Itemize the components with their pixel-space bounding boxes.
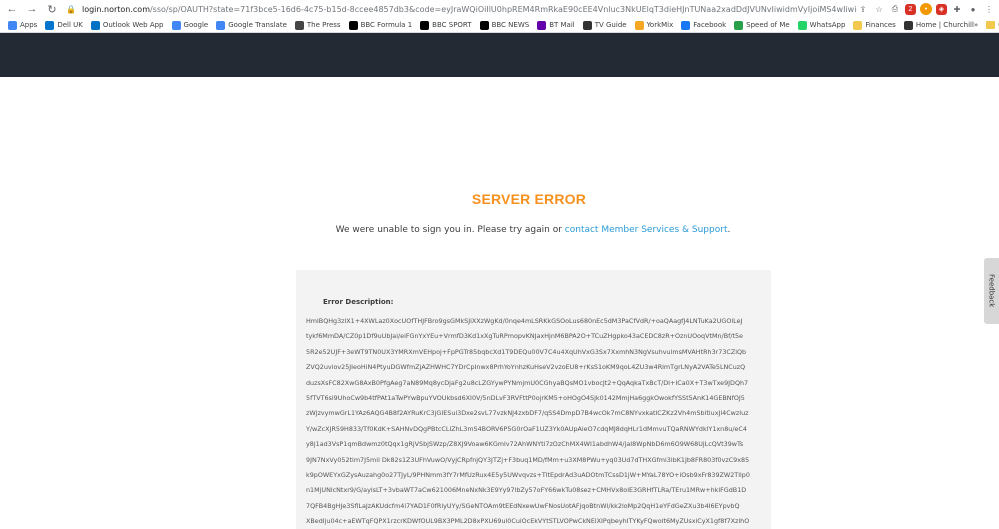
share-icon[interactable]: ⇪ xyxy=(857,3,869,15)
extension-badge[interactable]: 2 xyxy=(905,3,916,15)
bookmarks-overflow: »Other bookmarks xyxy=(974,21,999,29)
error-description-line: 9JN7NxVy052tim7J5mil Dk82s1Z3UFhVuwO/Vyj… xyxy=(306,455,750,464)
error-description-line: HmlBQHg3zlX1+4XWLaz0XocUOfTHJFBro9gsGMkS… xyxy=(306,317,743,325)
menu-icon[interactable]: ⋮ xyxy=(983,3,995,15)
bookmark-label: BBC SPORT xyxy=(432,21,472,29)
error-message-suffix: . xyxy=(727,225,731,235)
shield-icon[interactable]: ◈ xyxy=(936,3,947,15)
error-description-line: n1MjUNlcNtxr9/G/aylsLT+3vbaWT7aCw621006M… xyxy=(306,486,747,495)
error-description-line: duzsXsFC82XwG8AxB0PfgAeg7aN89Mq8ycDjaFg2… xyxy=(306,378,749,387)
bookmark-label: Dell UK xyxy=(57,21,83,29)
bookmark-item[interactable]: YorkMix xyxy=(634,20,674,30)
bookmark-favicon-icon xyxy=(634,20,644,30)
error-description-line: ZVQ2uviov25JIeoHiN4PtyuDGWfmZjAZHWHC7YDr… xyxy=(306,363,746,372)
forward-icon[interactable]: → xyxy=(24,1,40,17)
bookmark-favicon-icon xyxy=(348,20,358,30)
error-description-line: zWjzvymwGrL1YAz6AQG4B8f2AYRuKrC3jGIESul3… xyxy=(306,409,749,418)
bookmark-item[interactable]: BBC Formula 1 xyxy=(348,20,413,30)
error-description-line: 7QFB4BgHJe3SflLaJzAKUdcfm4i7YAD1F0fRlyUY… xyxy=(306,501,740,510)
bookmark-label: YorkMix xyxy=(646,21,674,29)
bookmark-favicon-icon xyxy=(537,20,547,30)
site-header xyxy=(0,33,999,77)
bookmark-item[interactable]: Home | Churchill xyxy=(903,20,974,30)
bookmark-favicon-icon xyxy=(734,20,744,30)
bookmark-favicon-icon xyxy=(797,20,807,30)
lock-icon[interactable]: 🔒 xyxy=(66,5,76,14)
page-title: SERVER ERROR xyxy=(471,191,587,207)
bookmark-favicon-icon xyxy=(294,20,304,30)
bookmark-label: BBC NEWS xyxy=(491,21,530,29)
bookmark-label: Home | Churchill xyxy=(915,21,974,29)
bookmark-label: Outlook Web App xyxy=(102,21,164,29)
bookmark-label: TV Guide xyxy=(594,21,627,29)
error-description-panel: Error Description: HmlBQHg3zlX1+4XWLaz0X… xyxy=(296,270,771,529)
error-description-line: y8j1ad3VsP1qmBdwmz0tQqx1gRjVSbjSWzp/Z8XJ… xyxy=(306,440,744,449)
bookmark-favicon-icon xyxy=(681,20,691,30)
back-icon[interactable]: ← xyxy=(4,1,20,17)
bookmarks-bar: Apps Dell UK Outlook Web App Google Google T… xyxy=(0,18,999,33)
bookmark-item[interactable]: Google xyxy=(171,20,209,30)
address-bar[interactable]: 🔒 login.norton.com/sso/sp/OAUTH?state=71… xyxy=(66,1,857,17)
bookmark-label: BBC Formula 1 xyxy=(360,21,413,29)
bookmark-label: Finances xyxy=(865,21,896,29)
bookmark-favicon-icon xyxy=(903,20,913,30)
bookmark-item[interactable]: TV Guide xyxy=(582,20,627,30)
overflow-chevron-icon[interactable]: » xyxy=(974,21,978,29)
extension-icon[interactable]: • xyxy=(920,3,932,15)
url-host: login.norton.com xyxy=(81,4,150,14)
profile-icon[interactable]: ● xyxy=(967,3,979,15)
error-message: We were unable to sign you in. Please tr… xyxy=(0,225,999,235)
bookmark-item[interactable]: Apps xyxy=(8,20,38,30)
print-icon[interactable]: ⎙ xyxy=(889,3,901,15)
error-description-text: HmlBQHg3zlX1+4XWLaz0XocUOfTHJFBro9gsGMkS… xyxy=(306,314,771,529)
error-description-line: k9pOWEYxGZysAuzahg0o27TJyL/9PHNmm3fY7rMf… xyxy=(306,471,750,480)
bookmark-item[interactable]: The Press xyxy=(294,20,341,30)
contact-support-link[interactable]: contact Member Services & Support xyxy=(565,225,728,235)
bookmark-label: BT Mail xyxy=(549,21,575,29)
bookmark-favicon-icon xyxy=(8,20,17,30)
star-icon[interactable]: ☆ xyxy=(873,3,885,15)
bookmark-label: Google xyxy=(183,21,209,29)
folder-icon xyxy=(986,21,996,29)
bookmark-item[interactable]: Dell UK xyxy=(45,20,83,30)
bookmark-label: Facebook xyxy=(693,21,727,29)
bookmark-favicon-icon xyxy=(853,20,863,30)
bookmark-label: Speed of Me xyxy=(746,21,790,29)
url-path: /sso/sp/OAUTH?state=71f3bce5-16d6-4c75-b… xyxy=(149,4,857,14)
bookmark-favicon-icon xyxy=(171,20,181,30)
bookmark-favicon-icon xyxy=(90,20,100,30)
error-description-label: Error Description: xyxy=(323,298,394,306)
bookmark-item[interactable]: Facebook xyxy=(681,20,727,30)
browser-toolbar: ← → ↻ 🔒 login.norton.com/sso/sp/OAUTH?st… xyxy=(0,0,999,18)
bookmark-item[interactable]: BBC NEWS xyxy=(479,20,530,30)
bookmark-item[interactable]: WhatsApp xyxy=(797,20,846,30)
bookmark-favicon-icon xyxy=(582,20,592,30)
error-description-line: 5R2e52UJF+3eWT9TN0UX3YMRXmVEHpoj+FpPGTr8… xyxy=(306,347,747,356)
bookmark-item[interactable]: Google Translate xyxy=(216,20,287,30)
error-description-line: XBedIju04c+aEWTqFQPX1rzcrKDWfOUL9BX3PML2… xyxy=(306,517,750,526)
bookmark-favicon-icon xyxy=(216,20,226,30)
bookmark-item[interactable]: Finances xyxy=(853,20,896,30)
puzzle-icon[interactable]: ✚ xyxy=(951,3,963,15)
bookmark-favicon-icon xyxy=(45,20,55,30)
error-description-line: tykf6MmDA/CZ0p1Df9uUbJai/eiFGnYxYEu+Vrmf… xyxy=(306,332,743,341)
bookmark-item[interactable]: Speed of Me xyxy=(734,20,790,30)
bookmark-item[interactable]: BT Mail xyxy=(537,20,575,30)
bookmark-item[interactable]: BBC SPORT xyxy=(420,20,472,30)
bookmark-label: Google Translate xyxy=(228,21,287,29)
reload-icon[interactable]: ↻ xyxy=(44,1,60,17)
error-message-text: We were unable to sign you in. Please tr… xyxy=(335,225,565,235)
bookmark-label: WhatsApp xyxy=(809,21,846,29)
bookmark-favicon-icon xyxy=(420,20,430,30)
bookmark-item[interactable]: Outlook Web App xyxy=(90,20,164,30)
bookmark-favicon-icon xyxy=(479,20,489,30)
feedback-label: Feedback xyxy=(987,274,996,308)
extension-toolbar: ⇪ ☆ ⎙ 2 • ◈ ✚ ● ⋮ xyxy=(857,3,995,15)
error-description-line: Y/wZcXJR59H833/Tf0KdK+SAHNvDQgPBtcCLIZhL… xyxy=(306,424,747,433)
feedback-tab[interactable]: Feedback xyxy=(984,258,999,324)
bookmark-label: Apps xyxy=(20,21,38,29)
bookmark-label: The Press xyxy=(306,21,341,29)
error-description-line: 5fTVT6si9UhoCw9b4tfPAt1aTwPYwBpuYVOUkbsd… xyxy=(306,394,745,403)
